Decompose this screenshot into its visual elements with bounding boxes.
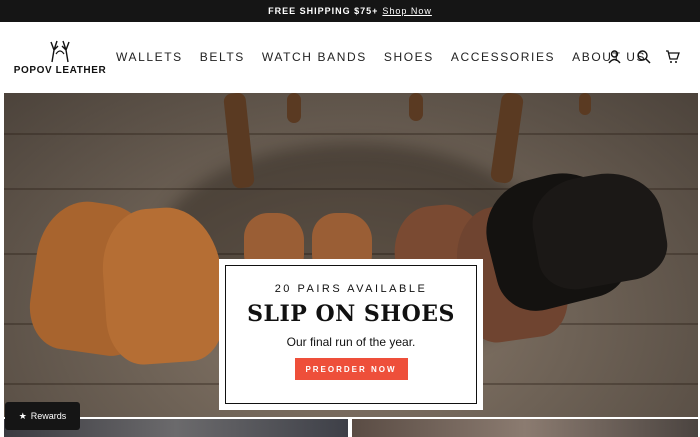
nav-item-belts[interactable]: BELTS xyxy=(200,50,245,64)
promo-subtitle: Our final run of the year. xyxy=(286,335,416,349)
logo-wordmark: POPOV LEATHER xyxy=(13,65,107,76)
nav-item-accessories[interactable]: ACCESSORIES xyxy=(451,50,555,64)
chair-leg xyxy=(579,93,591,115)
preorder-button[interactable]: PREORDER NOW xyxy=(294,358,408,380)
announcement-bar: FREE SHIPPING $75+ Shop Now xyxy=(0,0,700,22)
nav-item-watch-bands[interactable]: WATCH BANDS xyxy=(262,50,367,64)
shop-now-link[interactable]: Shop Now xyxy=(382,6,432,16)
star-icon: ★ xyxy=(18,410,27,421)
promo-eyebrow: 20 PAIRS AVAILABLE xyxy=(274,283,428,295)
main-nav: WALLETS BELTS WATCH BANDS SHOES ACCESSOR… xyxy=(116,50,663,64)
promo-card: 20 PAIRS AVAILABLE SLIP ON SHOES Our fin… xyxy=(219,259,483,410)
rewards-button[interactable]: ★ Rewards xyxy=(5,402,80,430)
cart-icon[interactable] xyxy=(665,49,680,64)
header-icons xyxy=(607,49,680,64)
chair-leg xyxy=(489,93,525,185)
collection-tile[interactable] xyxy=(352,419,698,437)
account-icon[interactable] xyxy=(607,49,622,64)
announcement-text: FREE SHIPPING $75+ xyxy=(268,6,379,16)
collection-tiles xyxy=(0,419,700,437)
hands-logo-icon xyxy=(50,40,70,63)
nav-item-wallets[interactable]: WALLETS xyxy=(116,50,183,64)
logo[interactable]: POPOV LEATHER xyxy=(14,38,106,82)
chair-leg xyxy=(287,93,301,123)
nav-item-shoes[interactable]: SHOES xyxy=(384,50,434,64)
search-icon[interactable] xyxy=(636,49,651,64)
site-header: POPOV LEATHER WALLETS BELTS WATCH BANDS … xyxy=(0,22,700,93)
promo-card-frame: 20 PAIRS AVAILABLE SLIP ON SHOES Our fin… xyxy=(225,265,477,404)
promo-title: SLIP ON SHOES xyxy=(247,301,455,327)
floor-plank xyxy=(4,133,698,135)
rewards-label: Rewards xyxy=(30,411,67,421)
chair-leg xyxy=(409,93,423,121)
